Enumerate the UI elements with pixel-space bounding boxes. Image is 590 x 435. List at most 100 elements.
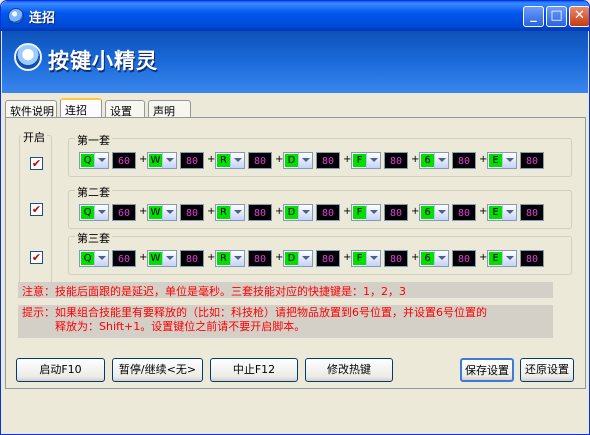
key-value: 6 — [421, 206, 434, 219]
tab-combo[interactable]: 连招 — [60, 98, 102, 119]
delay-input[interactable]: 80 — [248, 152, 272, 169]
key-value: Q — [81, 206, 94, 219]
chevron-down-icon[interactable] — [94, 153, 108, 168]
key-value: R — [217, 206, 230, 219]
delay-input[interactable]: 80 — [316, 204, 340, 221]
delay-input[interactable]: 60 — [112, 250, 136, 267]
chevron-down-icon[interactable] — [298, 153, 312, 168]
key-select[interactable]: Q — [79, 250, 109, 267]
key-value: R — [217, 252, 230, 265]
chevron-down-icon[interactable] — [366, 153, 380, 168]
delay-input[interactable]: 80 — [520, 250, 544, 267]
key-value: D — [285, 206, 298, 219]
chevron-down-icon[interactable] — [230, 153, 244, 168]
key-value: W — [149, 206, 162, 219]
key-select[interactable]: W — [147, 152, 177, 169]
key-value: D — [285, 154, 298, 167]
key-value: 6 — [421, 252, 434, 265]
delay-input[interactable]: 80 — [248, 204, 272, 221]
save-settings-button[interactable]: 保存设置 — [460, 358, 514, 382]
key-value: E — [489, 252, 502, 265]
chevron-down-icon[interactable] — [230, 251, 244, 266]
key-select[interactable]: F — [351, 152, 381, 169]
delay-input[interactable]: 60 — [112, 204, 136, 221]
delay-input[interactable]: 80 — [248, 250, 272, 267]
delay-input[interactable]: 80 — [384, 204, 408, 221]
close-button[interactable]: ✕ — [569, 6, 589, 27]
item-hint-line-1: 提示：如果组合技能里有要释放的（比如：科技枪）请把物品放置到6号位置，并设置6号… — [22, 306, 487, 319]
key-select[interactable]: R — [215, 152, 245, 169]
chevron-down-icon[interactable] — [94, 251, 108, 266]
chevron-down-icon[interactable] — [434, 251, 448, 266]
key-select[interactable]: 6 — [419, 152, 449, 169]
chevron-down-icon[interactable] — [366, 251, 380, 266]
key-select[interactable]: W — [147, 204, 177, 221]
key-select[interactable]: F — [351, 250, 381, 267]
enable-checkbox-2[interactable]: ✔ — [30, 203, 43, 216]
chevron-down-icon[interactable] — [502, 153, 516, 168]
chevron-down-icon[interactable] — [298, 205, 312, 220]
key-select[interactable]: E — [487, 152, 517, 169]
key-value: F — [353, 206, 366, 219]
window-title: 连招 — [29, 11, 56, 26]
key-select[interactable]: D — [283, 250, 313, 267]
delay-input[interactable]: 80 — [180, 250, 204, 267]
key-select[interactable]: D — [283, 152, 313, 169]
delay-input[interactable]: 80 — [520, 204, 544, 221]
delay-input[interactable]: 80 — [384, 250, 408, 267]
chevron-down-icon[interactable] — [230, 205, 244, 220]
delay-input[interactable]: 80 — [180, 152, 204, 169]
chevron-down-icon[interactable] — [366, 205, 380, 220]
chevron-down-icon[interactable] — [162, 251, 176, 266]
delay-input[interactable]: 80 — [384, 152, 408, 169]
key-select[interactable]: R — [215, 250, 245, 267]
key-value: Q — [81, 154, 94, 167]
enable-checkbox-3[interactable]: ✔ — [30, 251, 43, 264]
tab-software-info[interactable]: 软件说明 — [5, 100, 57, 118]
key-select[interactable]: 6 — [419, 204, 449, 221]
combo-set-1: 第一套 Q 60 + W 80 + R 80 + D 80 + F 80 +6 80 + E 80 — [68, 132, 572, 177]
delay-input[interactable]: 80 — [452, 204, 476, 221]
delay-input[interactable]: 80 — [180, 204, 204, 221]
key-select[interactable]: D — [283, 204, 313, 221]
tab-settings[interactable]: 设置 — [105, 100, 145, 118]
key-select[interactable]: E — [487, 250, 517, 267]
tab-statement[interactable]: 声明 — [148, 100, 191, 118]
delay-input[interactable]: 80 — [452, 152, 476, 169]
chevron-down-icon[interactable] — [162, 153, 176, 168]
key-value: D — [285, 252, 298, 265]
start-button[interactable]: 启动F10 — [16, 358, 105, 382]
pause-resume-button[interactable]: 暂停/继续<无> — [112, 358, 203, 382]
key-select[interactable]: R — [215, 204, 245, 221]
app-icon — [8, 8, 24, 24]
chevron-down-icon[interactable] — [502, 251, 516, 266]
key-select[interactable]: W — [147, 250, 177, 267]
delay-input[interactable]: 80 — [520, 152, 544, 169]
stop-button[interactable]: 中止F12 — [210, 358, 298, 382]
modify-hotkey-button[interactable]: 修改热键 — [305, 358, 393, 382]
key-select[interactable]: E — [487, 204, 517, 221]
delay-input[interactable]: 60 — [112, 152, 136, 169]
chevron-down-icon[interactable] — [434, 205, 448, 220]
delay-input[interactable]: 80 — [316, 152, 340, 169]
key-select[interactable]: 6 — [419, 250, 449, 267]
main-window: 连招 _ □ ✕ 按键小精灵 软件说明 连招 设置 声明 开启 ✔ ✔ ✔ 第一… — [0, 0, 590, 435]
key-select[interactable]: Q — [79, 204, 109, 221]
enable-checkbox-1[interactable]: ✔ — [30, 157, 43, 170]
chevron-down-icon[interactable] — [298, 251, 312, 266]
chevron-down-icon[interactable] — [502, 205, 516, 220]
combo-set-title: 第二套 — [75, 184, 112, 200]
title-bar[interactable]: 连招 _ □ ✕ — [1, 1, 589, 31]
delay-input[interactable]: 80 — [316, 250, 340, 267]
combo-set-3: 第三套 Q 60 + W 80 + R 80 + D 80 + F 80 +6 80 + E 80 — [68, 230, 572, 275]
chevron-down-icon[interactable] — [162, 205, 176, 220]
delay-note: 注意：技能后面跟的是延迟，单位是毫秒。三套技能对应的快捷键是：1，2，3 — [18, 282, 553, 298]
chevron-down-icon[interactable] — [94, 205, 108, 220]
minimize-button[interactable]: _ — [523, 6, 544, 27]
key-select[interactable]: Q — [79, 152, 109, 169]
maximize-button[interactable]: □ — [546, 6, 567, 27]
delay-input[interactable]: 80 — [452, 250, 476, 267]
restore-settings-button[interactable]: 还原设置 — [520, 358, 574, 382]
key-select[interactable]: F — [351, 204, 381, 221]
chevron-down-icon[interactable] — [434, 153, 448, 168]
